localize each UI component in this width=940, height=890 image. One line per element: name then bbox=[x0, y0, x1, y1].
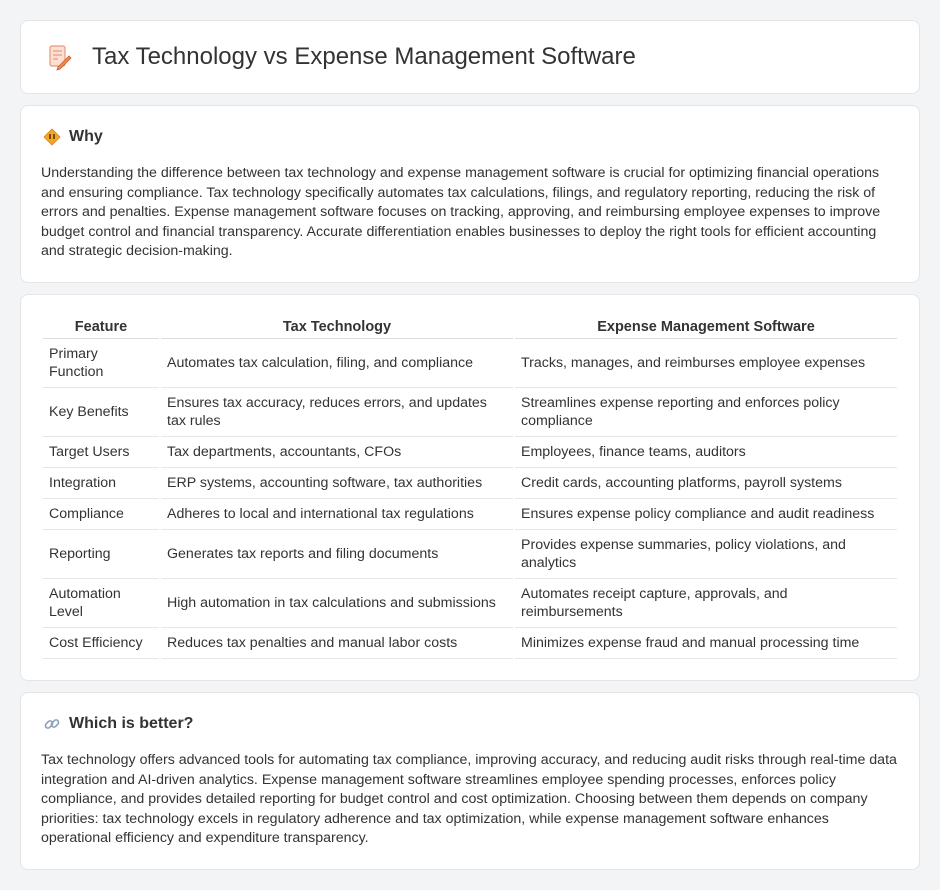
expense-cell: Minimizes expense fraud and manual proce… bbox=[515, 628, 897, 659]
table-row: Cost Efficiency Reduces tax penalties an… bbox=[43, 628, 897, 659]
expense-cell: Employees, finance teams, auditors bbox=[515, 437, 897, 468]
tax-cell: Reduces tax penalties and manual labor c… bbox=[161, 628, 513, 659]
why-heading-row: Why bbox=[41, 128, 899, 146]
feature-cell: Primary Function bbox=[43, 339, 159, 388]
why-section: Why Understanding the difference between… bbox=[20, 105, 920, 283]
feature-cell: Integration bbox=[43, 468, 159, 499]
tax-cell: High automation in tax calculations and … bbox=[161, 579, 513, 628]
feature-cell: Compliance bbox=[43, 499, 159, 530]
expense-cell: Ensures expense policy compliance and au… bbox=[515, 499, 897, 530]
column-header-tax-technology: Tax Technology bbox=[161, 315, 513, 339]
feature-cell: Target Users bbox=[43, 437, 159, 468]
table-row: Reporting Generates tax reports and fili… bbox=[43, 530, 897, 579]
expense-cell: Streamlines expense reporting and enforc… bbox=[515, 388, 897, 437]
which-is-better-section: Which is better? Tax technology offers a… bbox=[20, 692, 920, 870]
table-row: Compliance Adheres to local and internat… bbox=[43, 499, 897, 530]
diamond-warning-icon bbox=[43, 128, 61, 146]
why-heading: Why bbox=[69, 128, 103, 145]
column-header-feature: Feature bbox=[43, 315, 159, 339]
tax-cell: Ensures tax accuracy, reduces errors, an… bbox=[161, 388, 513, 437]
link-icon bbox=[43, 715, 61, 733]
tax-cell: Generates tax reports and filing documen… bbox=[161, 530, 513, 579]
tax-cell: Adheres to local and international tax r… bbox=[161, 499, 513, 530]
expense-cell: Provides expense summaries, policy viola… bbox=[515, 530, 897, 579]
feature-cell: Cost Efficiency bbox=[43, 628, 159, 659]
document-pencil-icon bbox=[45, 43, 73, 71]
expense-cell: Tracks, manages, and reimburses employee… bbox=[515, 339, 897, 388]
comparison-table: Feature Tax Technology Expense Managemen… bbox=[41, 315, 899, 659]
expense-cell: Automates receipt capture, approvals, an… bbox=[515, 579, 897, 628]
better-heading-row: Which is better? bbox=[41, 715, 899, 733]
column-header-expense-management: Expense Management Software bbox=[515, 315, 897, 339]
expense-cell: Credit cards, accounting platforms, payr… bbox=[515, 468, 897, 499]
table-row: Automation Level High automation in tax … bbox=[43, 579, 897, 628]
why-text: Understanding the difference between tax… bbox=[41, 165, 881, 259]
better-text: Tax technology offers advanced tools for… bbox=[41, 752, 897, 846]
table-row: Key Benefits Ensures tax accuracy, reduc… bbox=[43, 388, 897, 437]
table-header-row: Feature Tax Technology Expense Managemen… bbox=[43, 315, 897, 339]
table-row: Primary Function Automates tax calculati… bbox=[43, 339, 897, 388]
title-card: Tax Technology vs Expense Management Sof… bbox=[20, 20, 920, 94]
tax-cell: Tax departments, accountants, CFOs bbox=[161, 437, 513, 468]
feature-cell: Reporting bbox=[43, 530, 159, 579]
page-title: Tax Technology vs Expense Management Sof… bbox=[92, 43, 636, 70]
tax-cell: Automates tax calculation, filing, and c… bbox=[161, 339, 513, 388]
table-row: Integration ERP systems, accounting soft… bbox=[43, 468, 897, 499]
better-heading: Which is better? bbox=[69, 715, 194, 732]
table-row: Target Users Tax departments, accountant… bbox=[43, 437, 897, 468]
comparison-table-card: Feature Tax Technology Expense Managemen… bbox=[20, 294, 920, 681]
feature-cell: Automation Level bbox=[43, 579, 159, 628]
feature-cell: Key Benefits bbox=[43, 388, 159, 437]
tax-cell: ERP systems, accounting software, tax au… bbox=[161, 468, 513, 499]
